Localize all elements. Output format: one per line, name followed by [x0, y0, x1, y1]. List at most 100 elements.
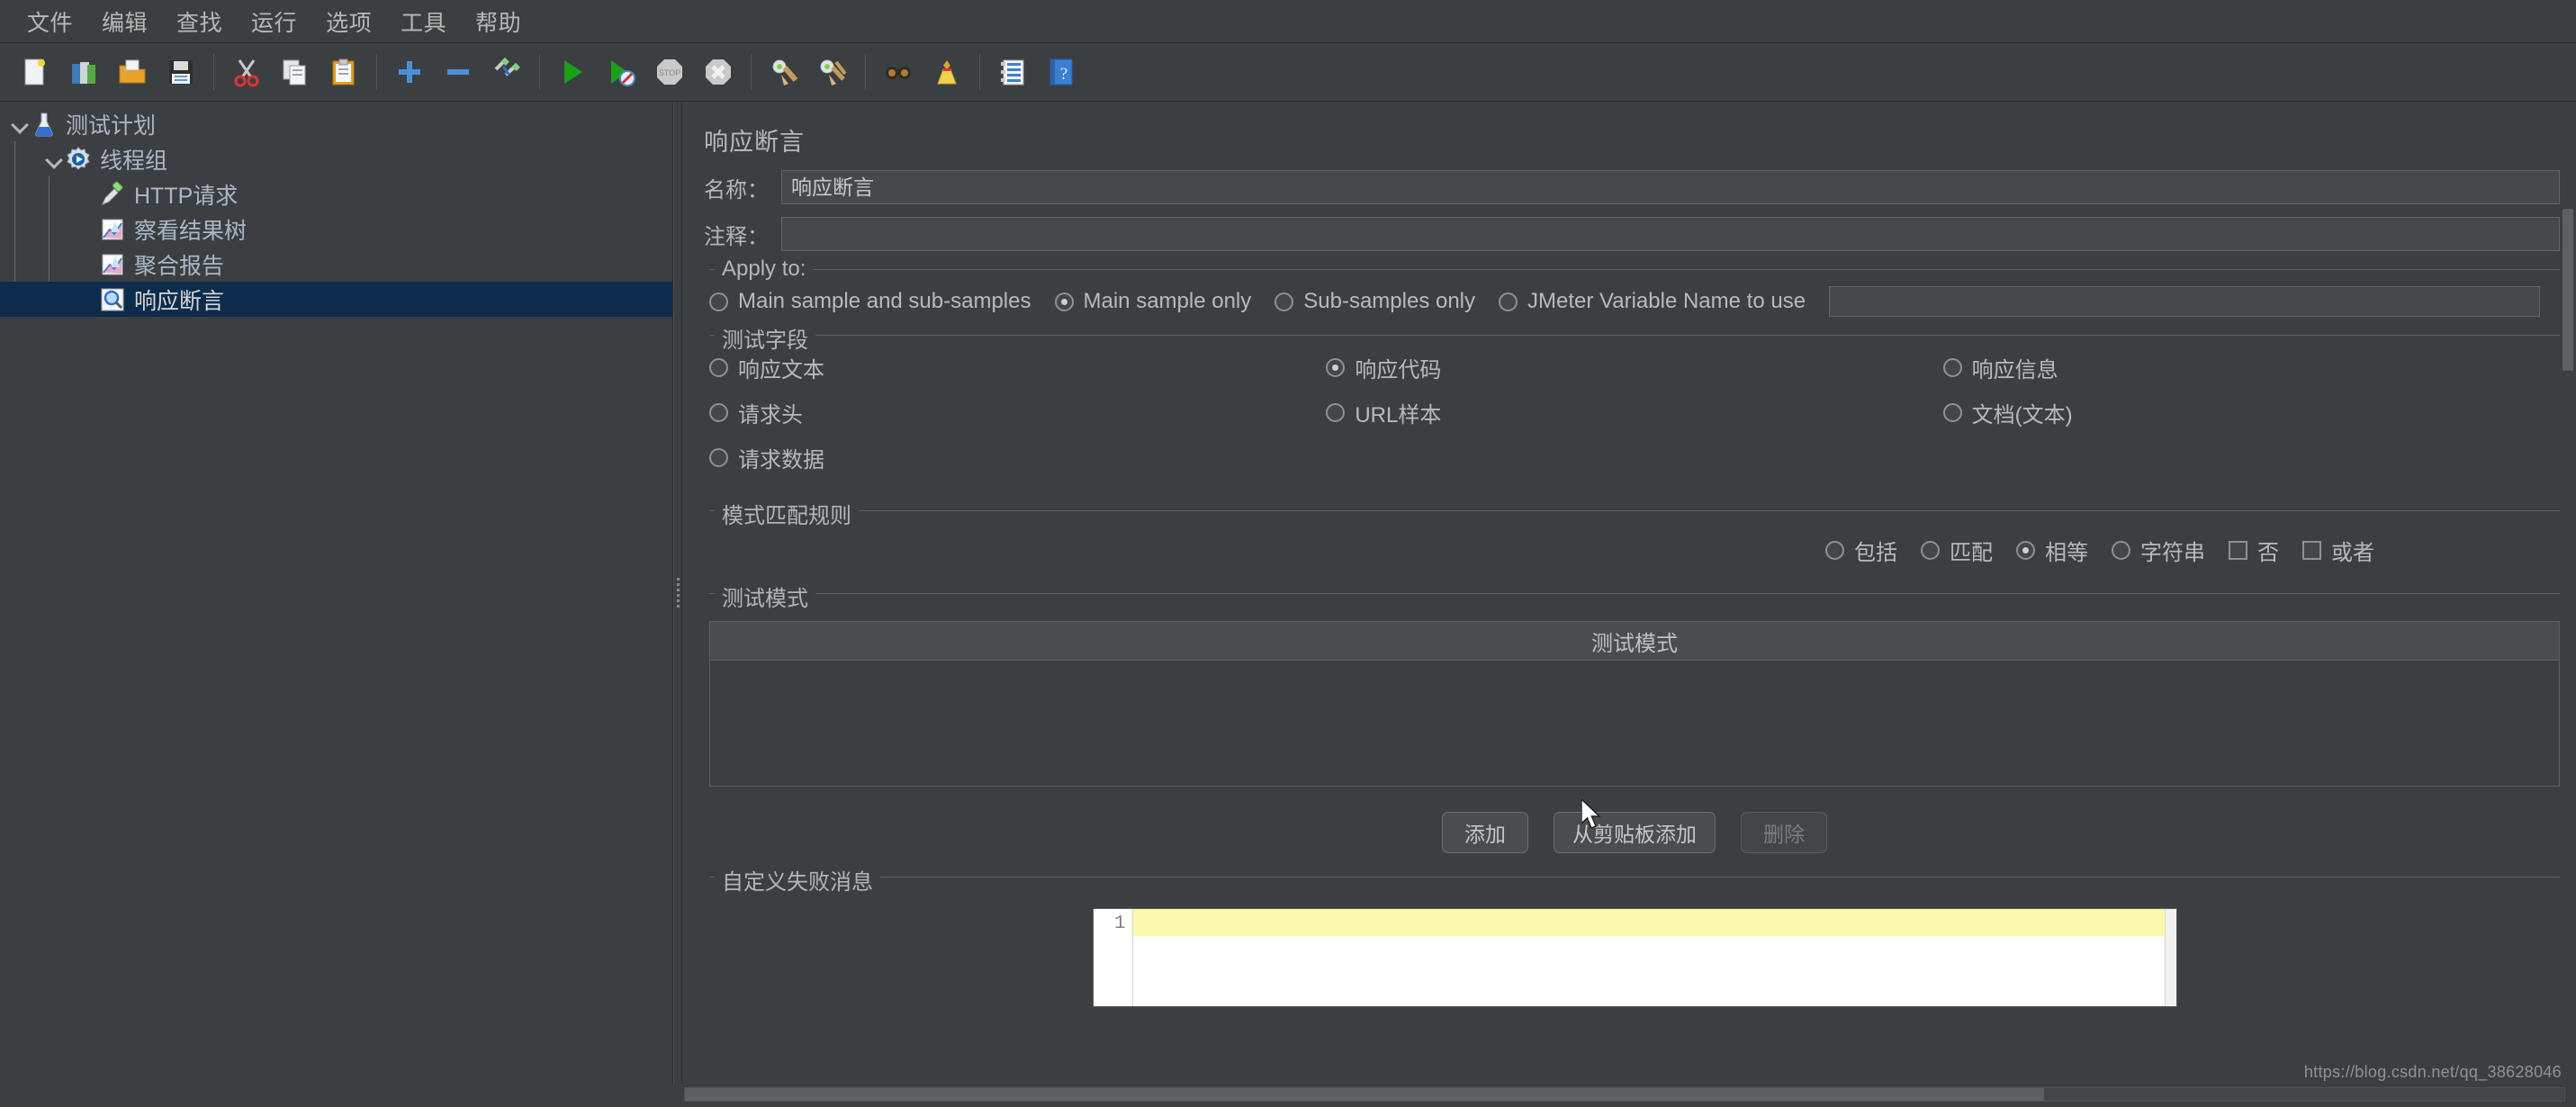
radio-label: 请求头	[738, 403, 803, 428]
help-icon[interactable]: ?	[1037, 48, 1085, 96]
test-field-radio-2-1[interactable]: 文档(文本)	[1942, 397, 2536, 428]
pattern-rule-checkbox-0[interactable]: 否	[2229, 535, 2279, 566]
collapse-icon[interactable]	[434, 48, 482, 96]
open-icon[interactable]	[108, 48, 157, 96]
pattern-rule-radio-3[interactable]: 字符串	[2112, 535, 2205, 566]
radio-indicator[interactable]	[709, 403, 728, 422]
menu-edit[interactable]: 编辑	[87, 2, 162, 41]
start-no-pauses-icon[interactable]	[597, 48, 645, 96]
radio-indicator[interactable]	[709, 448, 728, 467]
apply-to-radio-2[interactable]: Sub-samples only	[1274, 289, 1475, 314]
paste-icon[interactable]	[320, 48, 368, 96]
shutdown-icon[interactable]	[694, 48, 743, 96]
search-reset-icon[interactable]	[923, 48, 971, 96]
tree-no-toggle	[79, 255, 99, 274]
menu-run[interactable]: 运行	[237, 2, 311, 41]
cut-icon[interactable]	[222, 48, 271, 96]
radio-indicator[interactable]	[1274, 292, 1294, 311]
add-button[interactable]: 添加	[1442, 812, 1528, 853]
split-divider-grip[interactable]	[676, 578, 680, 608]
test-field-radio-0-0[interactable]: 响应文本	[709, 352, 1302, 383]
radio-indicator[interactable]	[1825, 541, 1844, 560]
radio-label: JMeter Variable Name to use	[1527, 289, 1806, 313]
chevron-down-icon[interactable]	[11, 114, 31, 134]
chevron-down-icon[interactable]	[45, 149, 65, 169]
test-field-radio-0-1[interactable]: 请求头	[709, 397, 1302, 428]
tree-item-4[interactable]: 聚合报告	[0, 247, 672, 282]
radio-indicator[interactable]	[1054, 292, 1074, 311]
main-horizontal-scrollbar[interactable]	[684, 1087, 2565, 1102]
radio-indicator[interactable]	[709, 358, 728, 377]
apply-to-radios: Main sample and sub-samples Main sample o…	[709, 286, 2560, 317]
test-field-radio-0-2[interactable]: 请求数据	[709, 442, 1302, 473]
checkbox-indicator[interactable]	[2302, 541, 2321, 560]
menu-search[interactable]: 查找	[162, 2, 237, 41]
radio-indicator[interactable]	[709, 292, 728, 311]
page-title: 响应断言	[704, 129, 805, 156]
test-field-radio-1-0[interactable]: 响应代码	[1326, 352, 1919, 383]
tree-item-3[interactable]: 察看结果树	[0, 212, 672, 247]
test-field-radio-1-1[interactable]: URL样本	[1326, 397, 1919, 428]
apply-to-radio-1[interactable]: Main sample only	[1054, 289, 1251, 314]
radio-indicator[interactable]	[2112, 541, 2130, 560]
menu-help[interactable]: 帮助	[461, 2, 536, 41]
clear-all-icon[interactable]	[808, 48, 857, 96]
radio-label: URL样本	[1355, 403, 1442, 428]
main-vertical-scrollbar[interactable]	[2562, 209, 2574, 1084]
radio-indicator[interactable]	[1499, 292, 1518, 311]
search-icon[interactable]	[874, 48, 923, 96]
main-horizontal-scrollbar-thumb[interactable]	[685, 1088, 2044, 1101]
tree-item-5[interactable]: 响应断言	[0, 282, 672, 317]
function-helper-icon[interactable]	[988, 48, 1037, 96]
templates-icon[interactable]	[59, 48, 108, 96]
pattern-rule-radio-0[interactable]: 包括	[1825, 535, 1897, 566]
apply-to-radio-3[interactable]: JMeter Variable Name to use	[1499, 289, 1806, 314]
custom-failure-editor[interactable]: 1	[1092, 908, 2177, 1007]
main-vertical-scrollbar-thumb[interactable]	[2562, 209, 2573, 371]
editor-vertical-scrollbar[interactable]	[2164, 909, 2176, 1006]
checkbox-indicator[interactable]	[2229, 541, 2247, 560]
menu-file[interactable]: 文件	[13, 2, 87, 41]
copy-icon[interactable]	[271, 48, 320, 96]
tree-item-2[interactable]: HTTP请求	[0, 176, 672, 212]
editor-gutter: 1	[1093, 909, 1133, 1006]
pattern-rule-checkbox-1[interactable]: 或者	[2302, 535, 2374, 566]
apply-to-title: Apply to:	[715, 256, 814, 282]
name-input[interactable]: 响应断言	[781, 170, 2560, 204]
expand-icon[interactable]	[385, 48, 434, 96]
test-field-radio-2-0[interactable]: 响应信息	[1942, 352, 2536, 383]
menu-options[interactable]: 选项	[311, 2, 386, 41]
pattern-rule-radio-2[interactable]: 相等	[2016, 535, 2088, 566]
radio-label: 响应代码	[1355, 358, 1442, 382]
editor-code-area[interactable]	[1132, 909, 2176, 1006]
test-field-columns: 响应文本请求头请求数据 响应代码 URL样本 响应信息文档(文本)	[709, 352, 2560, 492]
test-plan-icon	[31, 111, 58, 138]
jmeter-variable-name-input[interactable]	[1829, 286, 2540, 317]
radio-indicator[interactable]	[1326, 358, 1346, 377]
radio-indicator[interactable]	[1942, 403, 1962, 422]
radio-indicator[interactable]	[1942, 358, 1962, 377]
clear-icon[interactable]	[760, 48, 808, 96]
apply-to-radio-0[interactable]: Main sample and sub-samples	[709, 289, 1031, 314]
radio-indicator[interactable]	[2016, 541, 2035, 560]
radio-label: 响应文本	[738, 358, 824, 382]
apply-to-group: Apply to: Main sample and sub-samples Mai…	[709, 256, 2560, 317]
save-icon[interactable]	[157, 48, 205, 96]
split-divider[interactable]	[673, 103, 682, 1084]
tree-item-1[interactable]: 线程组	[0, 141, 672, 176]
menu-tools[interactable]: 工具	[386, 2, 461, 41]
toggle-icon[interactable]	[482, 48, 531, 96]
test-patterns-table-body[interactable]	[709, 661, 2560, 787]
test-plan-tree[interactable]: 测试计划 线程组 HTTP请求 察看结果树 聚合报告 响应断言	[0, 103, 672, 317]
new-icon[interactable]	[11, 48, 59, 96]
start-icon[interactable]	[548, 48, 597, 96]
pattern-rule-radio-1[interactable]: 匹配	[1921, 535, 1993, 566]
stop-icon[interactable]: STOP	[645, 48, 694, 96]
radio-indicator[interactable]	[1921, 541, 1940, 560]
comment-input[interactable]	[781, 217, 2560, 251]
add-from-clipboard-button[interactable]: 从剪贴板添加	[1554, 812, 1716, 853]
name-label: 名称：	[704, 177, 769, 202]
radio-indicator[interactable]	[1326, 403, 1346, 422]
toolbar-separator	[865, 54, 866, 90]
tree-item-0[interactable]: 测试计划	[0, 106, 672, 141]
